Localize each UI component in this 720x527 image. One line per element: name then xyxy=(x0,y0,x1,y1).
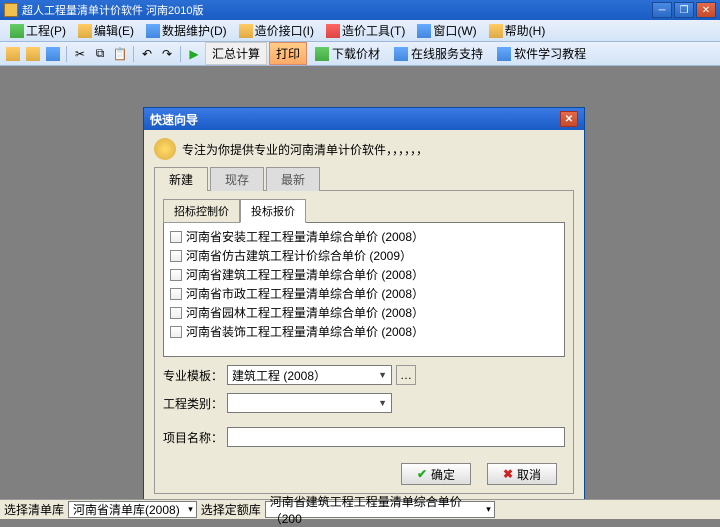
list-item[interactable]: 河南省建筑工程工程量清单综合单价 (2008） xyxy=(168,265,560,284)
doc-icon xyxy=(170,250,182,262)
tb-play[interactable]: ▶ xyxy=(185,45,203,63)
app-icon xyxy=(4,3,18,17)
tb-redo[interactable]: ↷ xyxy=(158,45,176,63)
minimize-button[interactable]: ─ xyxy=(652,2,672,18)
tab-control-price[interactable]: 招标控制价 xyxy=(163,199,240,223)
doc-icon xyxy=(170,288,182,300)
tab-recent[interactable]: 最新 xyxy=(266,167,320,191)
list-item[interactable]: 河南省仿古建筑工程计价综合单价 (2009） xyxy=(168,246,560,265)
key-icon xyxy=(154,138,176,160)
edit-icon xyxy=(78,24,92,38)
interface-icon xyxy=(239,24,253,38)
doc-icon xyxy=(170,307,182,319)
tutorial-icon xyxy=(497,47,511,61)
project-icon xyxy=(10,24,24,38)
statusbar: 选择清单库 河南省清单库(2008) 选择定额库 河南省建筑工程工程量清单综合单… xyxy=(0,499,720,519)
tb-new[interactable] xyxy=(4,45,22,63)
tab-existing[interactable]: 现存 xyxy=(210,167,264,191)
tb-paste[interactable]: 📋 xyxy=(111,45,129,63)
save-icon xyxy=(46,47,60,61)
tab-bid-price[interactable]: 投标报价 xyxy=(240,199,306,223)
dialog-titlebar[interactable]: 快速向导 ✕ xyxy=(144,108,584,130)
doc-icon xyxy=(170,231,182,243)
window-icon xyxy=(417,24,431,38)
new-icon xyxy=(6,47,20,61)
template-list[interactable]: 河南省安装工程工程量清单综合单价 (2008） 河南省仿古建筑工程计价综合单价 … xyxy=(163,222,565,357)
online-icon xyxy=(394,47,408,61)
list-library-select[interactable]: 河南省清单库(2008) xyxy=(68,501,197,518)
dialog-title: 快速向导 xyxy=(150,111,560,128)
dialog-hint: 专注为你提供专业的河南清单计价软件，，，，，， xyxy=(182,141,428,158)
tb-download[interactable]: 下载价材 xyxy=(309,43,386,64)
close-button[interactable]: ✕ xyxy=(696,2,716,18)
tb-cut[interactable]: ✂ xyxy=(71,45,89,63)
template-select[interactable]: 建筑工程 (2008）▼ xyxy=(227,365,392,385)
sub-tabs: 招标控制价 投标报价 xyxy=(163,199,565,223)
quota-library-label: 选择定额库 xyxy=(201,501,261,518)
tb-save[interactable] xyxy=(44,45,62,63)
tb-tutorial[interactable]: 软件学习教程 xyxy=(491,43,592,64)
main-tabs: 新建 现存 最新 xyxy=(154,166,574,191)
wizard-dialog: 快速向导 ✕ 专注为你提供专业的河南清单计价软件，，，，，， 新建 现存 最新 … xyxy=(143,107,585,505)
tab-new[interactable]: 新建 xyxy=(154,167,208,191)
menu-tools[interactable]: 造价工具(T) xyxy=(320,20,411,41)
menu-data[interactable]: 数据维护(D) xyxy=(140,20,233,41)
data-icon xyxy=(146,24,160,38)
quota-library-select[interactable]: 河南省建筑工程工程量清单综合单价（200 xyxy=(265,501,495,518)
help-icon xyxy=(489,24,503,38)
dialog-close-button[interactable]: ✕ xyxy=(560,111,578,127)
tb-undo[interactable]: ↶ xyxy=(138,45,156,63)
template-label: 专业模板： xyxy=(163,367,223,384)
project-name-input[interactable] xyxy=(227,427,565,447)
restore-button[interactable]: ❐ xyxy=(674,2,694,18)
tb-open[interactable] xyxy=(24,45,42,63)
list-item[interactable]: 河南省装饰工程工程量清单综合单价 (2008） xyxy=(168,322,560,341)
menu-help[interactable]: 帮助(H) xyxy=(483,20,552,41)
workspace: 快速向导 ✕ 专注为你提供专业的河南清单计价软件，，，，，， 新建 现存 最新 … xyxy=(0,66,720,499)
cross-icon: ✖ xyxy=(503,467,513,481)
open-icon xyxy=(26,47,40,61)
menu-window[interactable]: 窗口(W) xyxy=(411,20,482,41)
category-label: 工程类别： xyxy=(163,395,223,412)
doc-icon xyxy=(170,269,182,281)
list-item[interactable]: 河南省安装工程工程量清单综合单价 (2008） xyxy=(168,227,560,246)
tb-print[interactable]: 打印 xyxy=(269,42,307,65)
list-item[interactable]: 河南省市政工程工程量清单综合单价 (2008） xyxy=(168,284,560,303)
template-browse-button[interactable]: … xyxy=(396,365,416,385)
download-icon xyxy=(315,47,329,61)
menu-interface[interactable]: 造价接口(I) xyxy=(233,20,320,41)
menu-project[interactable]: 工程(P) xyxy=(4,20,72,41)
doc-icon xyxy=(170,326,182,338)
tb-online[interactable]: 在线服务支持 xyxy=(388,43,489,64)
chevron-down-icon: ▼ xyxy=(378,398,387,408)
menubar: 工程(P) 编辑(E) 数据维护(D) 造价接口(I) 造价工具(T) 窗口(W… xyxy=(0,20,720,42)
tb-calc[interactable]: 汇总计算 xyxy=(205,42,267,65)
category-select[interactable]: ▼ xyxy=(227,393,392,413)
chevron-down-icon: ▼ xyxy=(378,370,387,380)
menu-edit[interactable]: 编辑(E) xyxy=(72,20,140,41)
list-library-label: 选择清单库 xyxy=(4,501,64,518)
list-item[interactable]: 河南省园林工程工程量清单综合单价 (2008） xyxy=(168,303,560,322)
cancel-button[interactable]: ✖取消 xyxy=(487,463,557,485)
toolbar: ✂ ⧉ 📋 ↶ ↷ ▶ 汇总计算 打印 下载价材 在线服务支持 软件学习教程 xyxy=(0,42,720,66)
check-icon: ✔ xyxy=(417,467,427,481)
name-label: 项目名称： xyxy=(163,429,223,446)
ok-button[interactable]: ✔确定 xyxy=(401,463,471,485)
tb-copy[interactable]: ⧉ xyxy=(91,45,109,63)
main-titlebar: 超人工程量清单计价软件 河南2010版 ─ ❐ ✕ xyxy=(0,0,720,20)
tools-icon xyxy=(326,24,340,38)
app-title: 超人工程量清单计价软件 河南2010版 xyxy=(22,2,652,18)
